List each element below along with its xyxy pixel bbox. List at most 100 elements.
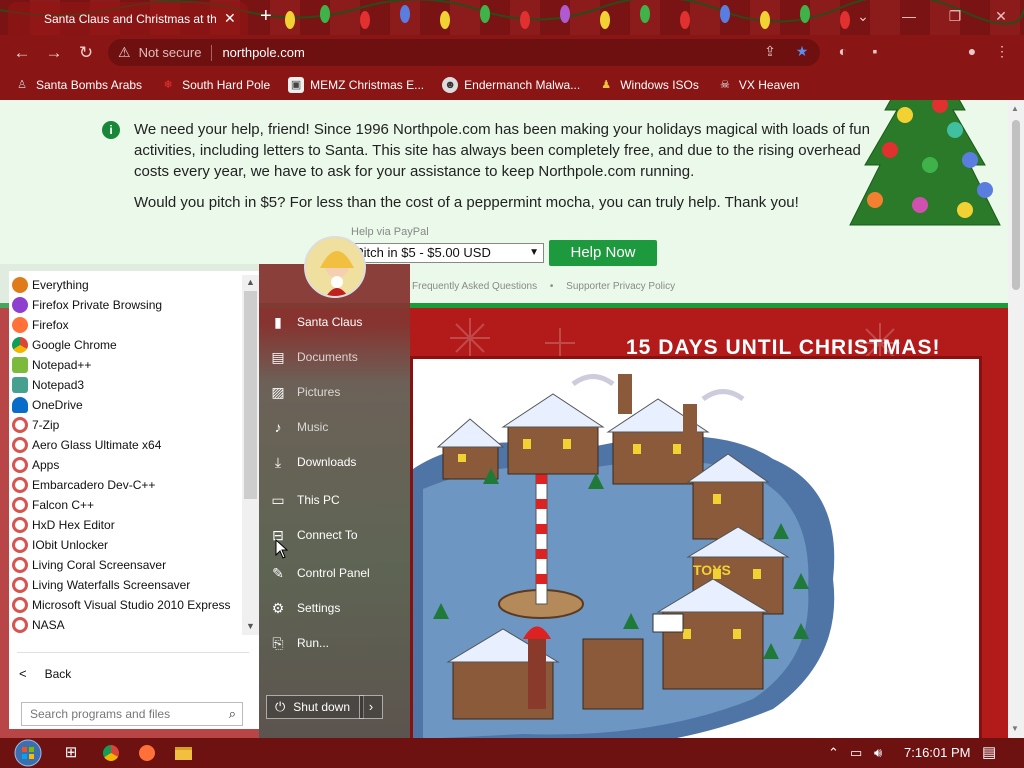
program-item[interactable]: Falcon C++ — [9, 495, 241, 515]
program-item[interactable]: Living Waterfalls Screensaver — [9, 575, 241, 595]
back-arrow-icon[interactable]: ← — [10, 41, 34, 65]
scroll-up-icon[interactable]: ▲ — [1011, 104, 1019, 113]
place-item-run[interactable]: ⎘ Run... — [269, 631, 405, 655]
program-item[interactable]: Living Coral Screensaver — [9, 555, 241, 575]
forward-arrow-icon[interactable]: → — [42, 41, 66, 65]
programs-scroll-thumb[interactable] — [244, 291, 257, 499]
program-item[interactable]: Microsoft Visual Studio 2010 Express — [9, 595, 241, 615]
faq-link[interactable]: Frequently Asked Questions — [412, 281, 537, 292]
bookmark-item[interactable]: ☠ VX Heaven — [717, 77, 800, 93]
extension-flag-icon[interactable]: ◐ — [833, 41, 853, 61]
program-label: Firefox Private Browsing — [32, 298, 163, 312]
new-tab-button[interactable]: + — [260, 6, 272, 26]
place-label: Pictures — [297, 385, 341, 399]
back-button[interactable]: < Back — [19, 666, 71, 681]
chevron-up-icon[interactable]: ⌃ — [828, 738, 839, 768]
browser-tab[interactable]: Santa Claus and Christmas at the North P… — [8, 2, 248, 35]
magnifier-icon — [12, 277, 28, 293]
shutdown-button[interactable]: ⏻ Shut down — [266, 695, 364, 719]
close-window-button[interactable]: ✕ — [978, 0, 1024, 32]
place-item-control-panel[interactable]: ✎ Control Panel — [269, 561, 405, 585]
program-label: Notepad++ — [32, 358, 92, 372]
privacy-link[interactable]: Supporter Privacy Policy — [566, 281, 675, 292]
pitch-select[interactable]: Pitch in $5 - $5.00 USD ▼ — [351, 243, 544, 263]
program-item[interactable]: NASA — [9, 615, 241, 635]
program-item[interactable]: IObit Unlocker — [9, 535, 241, 555]
page-scrollbar[interactable]: ▲ ▼ — [1008, 100, 1024, 738]
firefox-taskbar-icon[interactable] — [132, 741, 162, 765]
start-orb-button[interactable] — [10, 738, 46, 768]
program-item[interactable]: Aero Glass Ultimate x64 — [9, 435, 241, 455]
firefox-icon — [12, 317, 28, 333]
folder-group-icon — [12, 617, 28, 633]
bookmark-star-icon[interactable]: ★ — [792, 41, 812, 61]
scroll-thumb[interactable] — [1012, 120, 1020, 290]
warning-icon[interactable]: ⚠ — [118, 44, 131, 61]
clock[interactable]: 7:16:01 PM — [904, 738, 971, 768]
menu-kebab-icon[interactable]: ⋮ — [992, 41, 1012, 61]
address-bar[interactable]: ⚠ Not secure northpole.com — [108, 39, 820, 66]
place-item-documents[interactable]: ▤ Documents — [269, 345, 405, 369]
start-menu-divider — [17, 652, 249, 653]
donation-notice: i We need your help, friend! Since 1996 … — [102, 119, 884, 213]
search-input[interactable]: Search programs and files ⌕ — [21, 702, 243, 726]
program-label: Falcon C++ — [32, 498, 95, 512]
notice-paragraph: Would you pitch in $5? For less than the… — [134, 194, 799, 211]
place-label: Santa Claus — [297, 315, 363, 329]
program-item[interactable]: Notepad++ — [9, 355, 241, 375]
program-label: Microsoft Visual Studio 2010 Express — [32, 598, 231, 612]
security-status[interactable]: Not secure — [139, 45, 202, 60]
program-item[interactable]: HxD Hex Editor — [9, 515, 241, 535]
place-item-connect-to[interactable]: ⊟ Connect To — [269, 523, 405, 547]
place-item-downloads[interactable]: ⤓ Downloads — [269, 450, 405, 474]
programs-list: Everything Firefox Private Browsing Fire… — [9, 275, 241, 639]
place-item-pictures[interactable]: ▨ Pictures — [269, 380, 405, 404]
bookmark-item[interactable]: ❄ South Hard Pole — [160, 77, 270, 93]
chrome-taskbar-icon[interactable] — [96, 741, 126, 765]
share-icon[interactable]: ⇪ — [760, 41, 780, 61]
picture-icon: ▨ — [271, 383, 285, 400]
program-item[interactable]: Apps — [9, 455, 241, 475]
program-item[interactable]: Firefox Private Browsing — [9, 295, 241, 315]
profile-icon[interactable]: ● — [962, 41, 982, 61]
power-icon: ⏻ — [275, 699, 286, 714]
bookmark-item[interactable]: ▣ MEMZ Christmas E... — [288, 77, 424, 93]
address-url[interactable]: northpole.com — [222, 45, 304, 60]
onedrive-icon — [12, 397, 28, 413]
file-explorer-icon[interactable] — [168, 741, 198, 765]
notifications-icon[interactable]: ▤ — [982, 738, 996, 768]
programs-scrollbar[interactable]: ▲ ▼ — [242, 275, 259, 635]
bookmark-item[interactable]: ♟ Windows ISOs — [598, 77, 699, 93]
reload-icon[interactable]: ↻ — [74, 41, 98, 65]
place-item-music[interactable]: ♪ Music — [269, 415, 405, 439]
program-item[interactable]: Embarcadero Dev-C++ — [9, 475, 241, 495]
tab-search-icon[interactable]: ⌄ — [840, 0, 886, 32]
minimize-button[interactable]: — — [886, 0, 932, 32]
network-icon[interactable]: ▭ — [850, 738, 862, 768]
scroll-up-icon[interactable]: ▲ — [246, 277, 255, 287]
bookmark-item[interactable]: ☻ Endermanch Malwa... — [442, 77, 580, 93]
maximize-button[interactable]: ❐ — [932, 0, 978, 32]
help-now-button[interactable]: Help Now — [549, 240, 657, 266]
program-item[interactable]: OneDrive — [9, 395, 241, 415]
shutdown-options-button[interactable]: › — [359, 695, 383, 719]
volume-icon[interactable]: 🔊︎ — [874, 738, 882, 768]
scroll-down-icon[interactable]: ▼ — [1011, 724, 1019, 733]
program-item[interactable]: Notepad3 — [9, 375, 241, 395]
place-item-this-pc[interactable]: ▭ This PC — [269, 488, 405, 512]
programs-panel: Everything Firefox Private Browsing Fire… — [9, 271, 259, 729]
program-item[interactable]: Firefox — [9, 315, 241, 335]
tab-close-icon[interactable]: ✕ — [224, 10, 236, 27]
bookmark-item[interactable]: ♙ Santa Bombs Arabs — [14, 77, 142, 93]
user-avatar[interactable] — [304, 236, 366, 298]
place-label: Music — [297, 420, 329, 434]
north-pole-village-illustration[interactable]: TOYS — [410, 356, 982, 738]
scroll-down-icon[interactable]: ▼ — [246, 621, 255, 631]
extension-s-icon[interactable]: ▪ — [865, 41, 885, 61]
program-item[interactable]: Google Chrome — [9, 335, 241, 355]
place-item-user[interactable]: ▮ Santa Claus — [269, 310, 405, 334]
place-item-settings[interactable]: ⚙ Settings — [269, 596, 405, 620]
program-item[interactable]: Everything — [9, 275, 241, 295]
task-view-icon[interactable]: ⊞ — [56, 741, 86, 765]
program-item[interactable]: 7-Zip — [9, 415, 241, 435]
